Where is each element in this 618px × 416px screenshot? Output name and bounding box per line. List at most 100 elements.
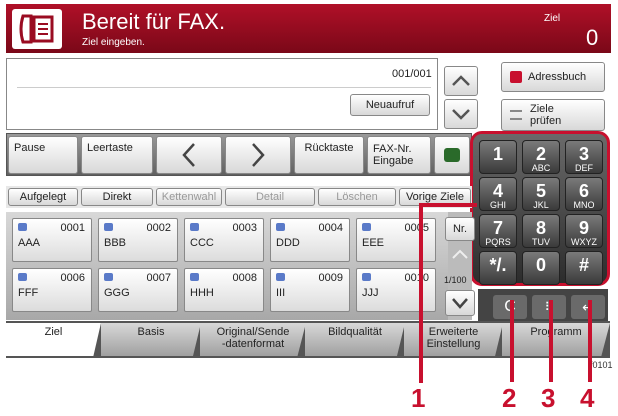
contact-icon <box>190 273 199 281</box>
tab-3[interactable]: Bildqualität <box>305 323 405 356</box>
key-letters: PQRS <box>485 237 511 247</box>
key-letters: DEF <box>575 163 593 173</box>
callout-2: 2 <box>502 383 517 413</box>
onhook-button[interactable]: Aufgelegt <box>8 188 78 206</box>
dest-page-indicator: 001/001 <box>392 68 432 80</box>
tab-1[interactable]: Basis <box>101 323 201 356</box>
favorite-number: 0009 <box>318 272 343 284</box>
fav-scroll-down-button[interactable] <box>445 290 475 316</box>
key-digit: # <box>578 255 589 275</box>
key-letters: MNO <box>573 200 595 210</box>
detail-button[interactable]: Detail <box>225 188 315 206</box>
keypad-key[interactable]: 7 PQRS <box>479 214 517 248</box>
check-targets-button[interactable]: Ziele prüfen <box>501 99 605 131</box>
favorite-name: DDD <box>276 237 300 249</box>
favorites-page-indicator: 1/100 <box>444 275 467 285</box>
tab-5[interactable]: Programm <box>502 323 610 356</box>
favorite-item[interactable]: 0008 HHH <box>184 268 264 312</box>
keypad-key[interactable]: 9 WXYZ <box>565 214 603 248</box>
key-letters: TUV <box>532 237 550 247</box>
key-letters: GHI <box>489 200 506 210</box>
figure-id: f0101 <box>590 360 613 370</box>
favorite-item[interactable]: 0005 EEE <box>356 218 436 262</box>
contact-icon <box>362 273 371 281</box>
favorite-item[interactable]: 0004 DDD <box>270 218 350 262</box>
tab-2[interactable]: Original/Sende -datenformat <box>200 323 306 356</box>
contact-icon <box>104 273 113 281</box>
key-digit: 2 <box>535 144 546 164</box>
tab-0[interactable]: Ziel <box>6 323 101 356</box>
favorite-name: BBB <box>104 237 127 249</box>
key-digit: 9 <box>578 218 589 238</box>
callout-line-1b <box>419 203 477 207</box>
keypad-key[interactable]: 5 JKL <box>522 177 560 211</box>
fax-number-entry-button[interactable]: FAX-Nr. Eingabe <box>367 136 431 174</box>
cursor-left-button[interactable] <box>156 136 222 174</box>
favorite-item[interactable]: 0007 GGG <box>98 268 178 312</box>
target-label: Ziel <box>544 13 561 24</box>
chevron-up-icon <box>452 75 470 86</box>
divider <box>17 87 431 88</box>
favorite-number: 0008 <box>232 272 257 284</box>
fav-scroll-up-button[interactable] <box>445 248 475 268</box>
numeric-keypad: 1 2 ABC 3 DEF 4 GHI 5 JKL 6 MNO 7 PQRS 8 TUV 9 WXYZ */. 0 # <box>470 131 610 286</box>
favorite-name: CCC <box>190 237 214 249</box>
key-digit: */. <box>489 255 507 275</box>
favorite-name: AAA <box>18 237 41 249</box>
addressbook-button[interactable]: Adressbuch <box>501 62 605 92</box>
cursor-right-button[interactable] <box>225 136 291 174</box>
delete-button[interactable]: Löschen <box>318 188 396 206</box>
space-button[interactable]: Leertaste <box>81 136 153 174</box>
keypad-key[interactable]: 2 ABC <box>522 140 560 174</box>
keypad-key[interactable]: 1 <box>479 140 517 174</box>
callout-line-3 <box>549 300 553 382</box>
recall-button[interactable]: Neuaufruf <box>350 94 430 116</box>
phone-icon <box>444 148 460 162</box>
favorite-number: 0004 <box>318 222 343 234</box>
direct-button[interactable]: Direkt <box>81 188 153 206</box>
favorite-name: FFF <box>18 287 39 299</box>
favorite-name: EEE <box>362 237 385 249</box>
pause-button[interactable]: Pause <box>8 136 78 174</box>
favorite-number: 0006 <box>60 272 85 284</box>
scroll-down-button[interactable] <box>444 99 478 129</box>
chevron-up-icon <box>452 249 468 259</box>
favorite-item[interactable]: 0003 CCC <box>184 218 264 262</box>
contact-icon <box>276 223 285 231</box>
chain-dial-button[interactable]: Kettenwahl <box>156 188 222 206</box>
callout-line-2 <box>510 300 514 382</box>
destination-panel[interactable]: 001/001 Neuaufruf <box>6 58 438 130</box>
contact-icon <box>276 273 285 281</box>
keypad-key[interactable]: # <box>565 251 603 285</box>
key-digit: 5 <box>535 181 546 201</box>
sort-number-button[interactable]: Nr. <box>445 217 475 241</box>
chevron-down-icon <box>452 298 468 309</box>
page-subtitle: Ziel eingeben. <box>82 37 145 48</box>
keypad-key[interactable]: */. <box>479 251 517 285</box>
key-digit: 1 <box>492 144 503 164</box>
callout-line-4 <box>588 300 592 382</box>
key-digit: 6 <box>578 181 589 201</box>
favorite-item[interactable]: 0002 BBB <box>98 218 178 262</box>
callout-line-1 <box>419 205 423 383</box>
favorite-item[interactable]: 0001 AAA <box>12 218 92 262</box>
favorite-item[interactable]: 0009 III <box>270 268 350 312</box>
favorites-panel: 0001 AAA 0002 BBB 0003 CCC 0004 DDD 0005 EEE 0006 F… <box>6 212 448 320</box>
keypad-key[interactable]: 3 DEF <box>565 140 603 174</box>
favorite-number: 0005 <box>404 222 429 234</box>
chevron-down-icon <box>452 109 470 120</box>
contact-icon <box>362 223 371 231</box>
backspace-button[interactable]: Rücktaste <box>294 136 364 174</box>
scroll-up-button[interactable] <box>444 66 478 96</box>
hook-button[interactable] <box>434 136 470 174</box>
keypad-key[interactable]: 6 MNO <box>565 177 603 211</box>
keypad-key[interactable]: 4 GHI <box>479 177 517 211</box>
favorite-item[interactable]: 0010 JJJ <box>356 268 436 312</box>
favorite-item[interactable]: 0006 FFF <box>12 268 92 312</box>
key-digit: 8 <box>535 218 546 238</box>
keypad-key[interactable]: 0 <box>522 251 560 285</box>
contact-icon <box>18 223 27 231</box>
callout-3: 3 <box>541 383 556 413</box>
key-letters: JKL <box>533 200 549 210</box>
keypad-key[interactable]: 8 TUV <box>522 214 560 248</box>
